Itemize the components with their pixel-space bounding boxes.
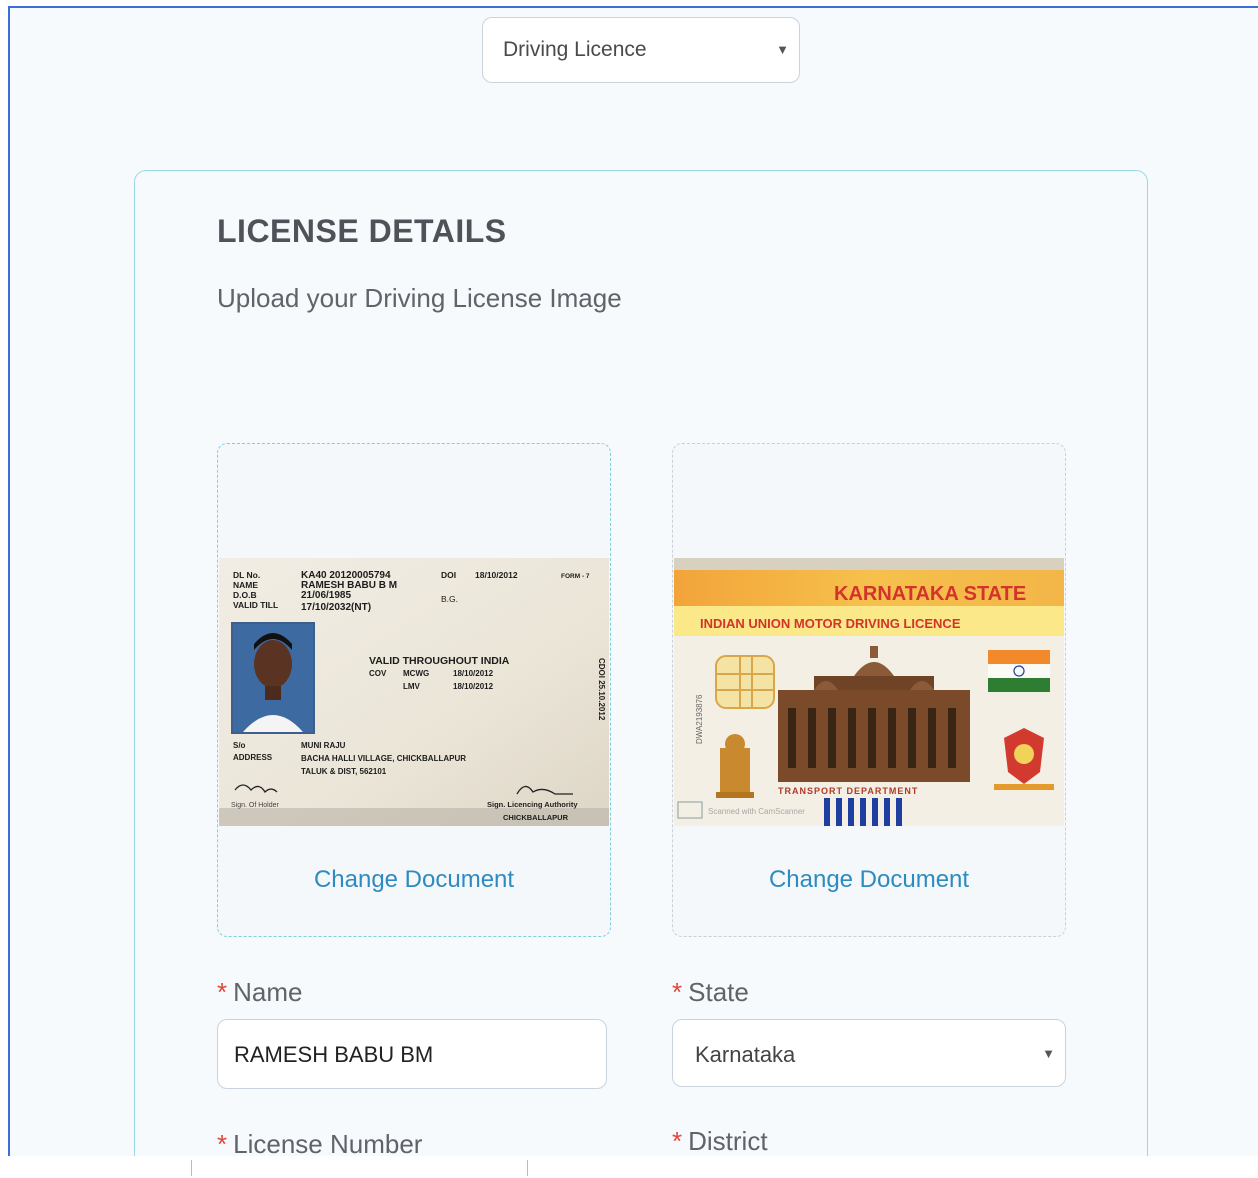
cov2: LMV [403, 682, 421, 691]
so-label: S/o [233, 741, 246, 750]
licence-text: INDIAN UNION MOTOR DRIVING LICENCE [700, 616, 961, 631]
page-frame: Driving Licence ▼ LICENSE DETAILS Upload… [8, 6, 1258, 1156]
state-field-label: * State [672, 977, 749, 1008]
section-subtitle: Upload your Driving License Image [217, 283, 622, 313]
change-document-back-link[interactable]: Change Document [673, 866, 1065, 894]
address-line-1: BACHA HALLI VILLAGE, CHICKBALLAPUR [301, 754, 466, 763]
required-marker: * [217, 977, 228, 1007]
authority-place: CHICKBALLAPUR [503, 813, 569, 822]
license-number-field-label: * License Number [217, 1129, 422, 1156]
license-back-image: KARNATAKA STATE INDIAN UNION MOTOR DRIVI… [674, 558, 1064, 826]
district-field-label: * District [672, 1126, 768, 1156]
authority-label: Sign. Licencing Authority [487, 800, 578, 809]
divider [527, 1160, 528, 1176]
required-marker: * [672, 977, 683, 1007]
chip-icon [715, 655, 775, 709]
name-input[interactable]: RAMESH BABU BM [217, 1019, 607, 1089]
name-field-label: * Name [217, 977, 302, 1008]
license-front-image: DL No. NAME D.O.B VALID TILL KA40 201200… [219, 558, 609, 826]
section-title: LICENSE DETAILS [217, 213, 507, 249]
so-value: MUNI RAJU [301, 741, 346, 750]
cov-label: COV [369, 669, 387, 678]
bg-label: B.G. [441, 594, 458, 604]
side-stamp: CDOI 25.10.2012 [597, 658, 606, 721]
license-number-label-text: License Number [233, 1129, 423, 1156]
card-dob: 21/06/1985 [301, 590, 351, 601]
department-text: TRANSPORT DEPARTMENT [778, 786, 918, 796]
required-marker: * [217, 1129, 228, 1156]
validity-text: VALID THROUGHOUT INDIA [369, 655, 510, 667]
address-line-2: TALUK & DIST, 562101 [301, 767, 387, 776]
dob-label: D.O.B [233, 590, 257, 600]
card-valid-till: 17/10/2032(NT) [301, 602, 371, 613]
address-label: ADDRESS [233, 753, 273, 762]
name-label: NAME [233, 580, 258, 590]
change-document-front-link[interactable]: Change Document [218, 866, 610, 894]
cov1: MCWG [403, 669, 429, 678]
required-marker: * [672, 1126, 683, 1156]
document-type-value: Driving Licence [503, 38, 647, 61]
name-input-value: RAMESH BABU BM [234, 1042, 434, 1067]
name-label-text: Name [233, 977, 303, 1007]
state-label-text: State [688, 977, 749, 1007]
cov2-date: 18/10/2012 [453, 682, 494, 691]
valid-till-label: VALID TILL [233, 600, 278, 610]
holder-sign-label: Sign. Of Holder [231, 802, 280, 809]
district-label-text: District [688, 1126, 768, 1156]
document-type-select[interactable]: Driving Licence ▼ [482, 17, 800, 83]
chevron-down-icon: ▼ [776, 42, 789, 57]
dl-no-label: DL No. [233, 570, 260, 580]
scanner-watermark: Scanned with CamScanner [708, 807, 805, 816]
divider [191, 1160, 192, 1176]
holder-photo [231, 622, 315, 734]
cov1-date: 18/10/2012 [453, 669, 494, 678]
doi-label: DOI [441, 570, 456, 580]
card-doi: 18/10/2012 [475, 570, 518, 580]
serial-no: DWA2193876 [695, 694, 704, 744]
upload-back-box[interactable]: KARNATAKA STATE INDIAN UNION MOTOR DRIVI… [672, 443, 1066, 937]
form-no: FORM - 7 [561, 573, 590, 580]
state-select-value: Karnataka [695, 1042, 796, 1067]
india-flag [988, 650, 1050, 692]
upload-front-box[interactable]: DL No. NAME D.O.B VALID TILL KA40 201200… [217, 443, 611, 937]
license-details-card: LICENSE DETAILS Upload your Driving Lice… [134, 170, 1148, 1156]
chevron-down-icon: ▼ [1042, 1046, 1055, 1061]
state-select[interactable]: Karnataka ▼ [672, 1019, 1066, 1087]
state-text: KARNATAKA STATE [834, 583, 1026, 605]
